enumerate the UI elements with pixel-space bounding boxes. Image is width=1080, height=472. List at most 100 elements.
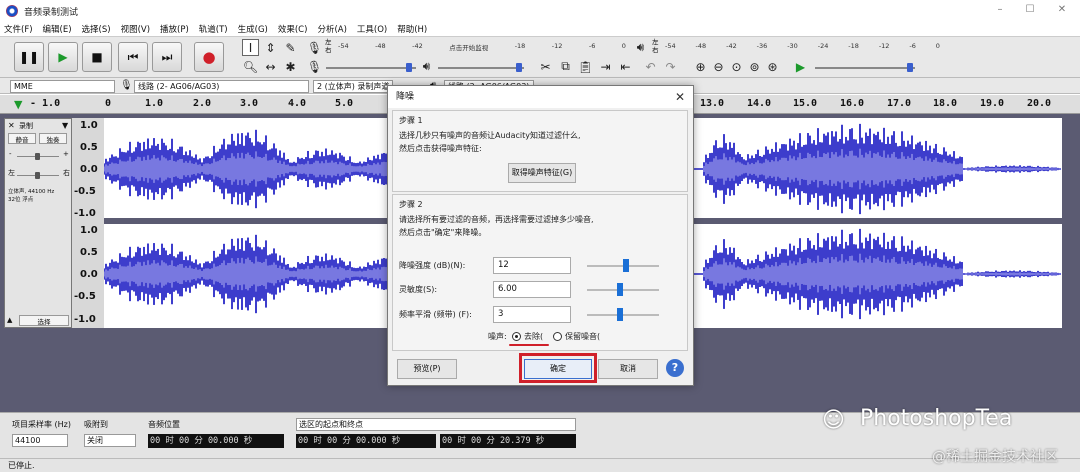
- play-at-speed-button[interactable]: ▶: [792, 58, 809, 75]
- playback-volume-slider[interactable]: [438, 63, 524, 72]
- remove-noise-radio[interactable]: [512, 332, 521, 341]
- track-control-panel[interactable]: ✕ 录制 ▼ 静音 独奏 - + 左 右 立体声, 44100 Hz 32位 浮…: [4, 118, 72, 328]
- recording-device-select[interactable]: 线路 (2- AG06/AG03): [134, 80, 309, 93]
- minimize-button[interactable]: –: [990, 4, 1010, 18]
- play-meter-scale[interactable]: -54 -48 -42 -36 -30 -24 -18 -12 -6 0: [665, 42, 940, 52]
- ok-button[interactable]: 确定: [524, 359, 592, 379]
- menu-tools[interactable]: 工具(O): [357, 23, 387, 35]
- speaker-icon[interactable]: 🔊︎: [632, 39, 649, 56]
- dialog-close-icon[interactable]: ✕: [675, 90, 685, 104]
- menu-effect[interactable]: 效果(C): [278, 23, 308, 35]
- pause-button[interactable]: ❚❚: [14, 42, 44, 72]
- axis-tick-label: -0.5: [74, 186, 96, 197]
- slider-thumb[interactable]: [617, 308, 623, 321]
- ruler-tick-label: 16.0: [840, 98, 865, 109]
- track-select-button[interactable]: 选择: [19, 315, 69, 326]
- play-speed-slider[interactable]: [815, 63, 915, 72]
- menu-file[interactable]: 文件(F): [4, 23, 33, 35]
- slider-thumb[interactable]: [516, 63, 522, 72]
- track-name-menu[interactable]: 录制: [19, 121, 33, 131]
- selection-end-field[interactable]: 00 时 00 分 20.379 秒: [440, 434, 576, 448]
- record-button[interactable]: ●: [194, 42, 224, 72]
- collapse-arrow-icon[interactable]: ▲: [7, 316, 12, 324]
- preview-button[interactable]: 预览(P): [397, 359, 457, 379]
- selection-start-field[interactable]: 00 时 00 分 00.000 秒: [296, 434, 436, 448]
- menu-select[interactable]: 选择(S): [82, 23, 111, 35]
- selection-mode-select[interactable]: 选区的起点和终点: [296, 418, 576, 431]
- play-button[interactable]: ▶: [48, 42, 78, 72]
- track-close-icon[interactable]: ✕: [8, 121, 15, 130]
- cut-button[interactable]: ✂: [537, 58, 554, 75]
- slider-thumb[interactable]: [35, 153, 40, 160]
- slider-thumb[interactable]: [623, 259, 629, 272]
- gain-slider[interactable]: [17, 153, 59, 160]
- help-button[interactable]: ?: [666, 359, 684, 377]
- slider-thumb[interactable]: [406, 63, 412, 72]
- copy-button[interactable]: ⧉: [557, 58, 574, 75]
- dialog-title: 降噪: [388, 86, 693, 108]
- meter-tick: -12: [551, 42, 563, 50]
- frequency-smoothing-input[interactable]: 3: [493, 306, 571, 323]
- menu-analyze[interactable]: 分析(A): [317, 23, 346, 35]
- skip-start-button[interactable]: ⏮: [118, 42, 148, 72]
- project-rate-select[interactable]: 44100: [12, 434, 68, 447]
- mute-button[interactable]: 静音: [8, 133, 36, 144]
- microphone-icon[interactable]: 🎙︎: [306, 39, 323, 56]
- zoom-tool-button[interactable]: 🔍︎: [242, 58, 259, 75]
- slider-thumb[interactable]: [617, 283, 623, 296]
- sensitivity-input[interactable]: 6.00: [493, 281, 571, 298]
- selection-tool-button[interactable]: I: [242, 39, 259, 56]
- ruler-tick-label: 1.0: [145, 98, 164, 109]
- multi-tool-button[interactable]: ✱: [282, 58, 299, 75]
- sensitivity-slider[interactable]: [587, 283, 659, 296]
- menu-play[interactable]: 播放(P): [160, 23, 189, 35]
- remove-noise-label[interactable]: 去除(: [524, 330, 543, 343]
- zoom-toggle-button[interactable]: ⊛: [764, 58, 781, 75]
- maximize-button[interactable]: ☐: [1020, 4, 1040, 18]
- slider-thumb[interactable]: [907, 63, 913, 72]
- menu-bar: 文件(F) 编辑(E) 选择(S) 视图(V) 播放(P) 轨道(T) 生成(G…: [0, 22, 1080, 36]
- noise-reduction-slider[interactable]: [587, 259, 659, 272]
- skip-end-button[interactable]: ⏭: [152, 42, 182, 72]
- zoom-out-button[interactable]: ⊖: [710, 58, 727, 75]
- record-meter-scale[interactable]: -54 -48 -42 点击开始监视 -18 -12 -6 0: [338, 42, 626, 52]
- noise-reduction-input[interactable]: 12: [493, 257, 571, 274]
- pan-slider[interactable]: [17, 172, 59, 179]
- audacity-window: 音频录制测试 – ☐ ✕ 文件(F) 编辑(E) 选择(S) 视图(V) 播放(…: [0, 0, 1080, 472]
- draw-tool-button[interactable]: ✎: [282, 39, 299, 56]
- residue-noise-label[interactable]: 保留噪音(: [565, 330, 600, 343]
- zoom-in-button[interactable]: ⊕: [692, 58, 709, 75]
- audio-host-select[interactable]: MME: [10, 80, 115, 93]
- snap-to-select[interactable]: 关闭: [84, 434, 136, 447]
- track-menu-arrow-icon[interactable]: ▼: [62, 121, 68, 130]
- stop-button[interactable]: ■: [82, 42, 112, 72]
- solo-button[interactable]: 独奏: [39, 133, 67, 144]
- get-noise-profile-button[interactable]: 取得噪声特征(G): [508, 163, 576, 183]
- fit-project-button[interactable]: ⊚: [746, 58, 763, 75]
- silence-button[interactable]: ⇤: [617, 58, 634, 75]
- fit-selection-button[interactable]: ⊙: [728, 58, 745, 75]
- close-button[interactable]: ✕: [1052, 4, 1072, 18]
- timeshift-tool-button[interactable]: ↔: [262, 58, 279, 75]
- slider-thumb[interactable]: [35, 172, 40, 179]
- i-beam-icon: I: [248, 40, 253, 55]
- track-format-info: 立体声, 44100 Hz: [8, 189, 55, 195]
- frequency-smoothing-slider[interactable]: [587, 308, 659, 321]
- cancel-button[interactable]: 取消: [598, 359, 658, 379]
- audio-position-field[interactable]: 00 时 00 分 00.000 秒: [148, 434, 284, 448]
- recording-volume-slider[interactable]: [326, 63, 416, 72]
- paste-button[interactable]: 📋︎: [577, 58, 594, 75]
- menu-view[interactable]: 视图(V): [121, 23, 150, 35]
- axis-tick-label: -0.5: [74, 291, 96, 302]
- residue-noise-radio[interactable]: [553, 332, 562, 341]
- envelope-tool-button[interactable]: ⇕: [262, 39, 279, 56]
- timeline-play-arrow-icon[interactable]: ▼: [14, 98, 22, 111]
- trim-button[interactable]: ⇥: [597, 58, 614, 75]
- redo-button[interactable]: ↷: [662, 58, 679, 75]
- recording-channels-select[interactable]: 2 (立体声) 录制声道: [313, 80, 393, 93]
- menu-edit[interactable]: 编辑(E): [43, 23, 72, 35]
- undo-button[interactable]: ↶: [642, 58, 659, 75]
- menu-generate[interactable]: 生成(G): [238, 23, 268, 35]
- menu-help[interactable]: 帮助(H): [397, 23, 427, 35]
- menu-tracks[interactable]: 轨道(T): [199, 23, 228, 35]
